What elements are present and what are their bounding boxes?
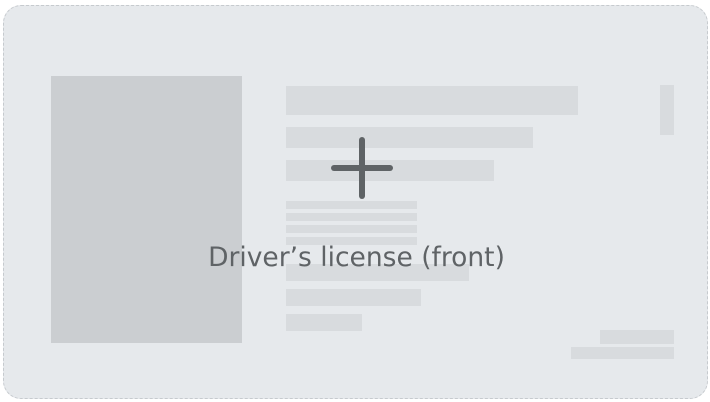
license-text-placeholder-line [286, 289, 421, 306]
upload-label: Driver’s license (front) [208, 242, 505, 273]
license-text-placeholder-line [286, 213, 417, 221]
drivers-license-front-upload[interactable]: Driver’s license (front) [3, 5, 708, 399]
license-signature-placeholder [600, 330, 674, 344]
license-text-placeholder-line [286, 86, 578, 115]
license-signature-placeholder [571, 347, 674, 359]
plus-icon[interactable] [330, 136, 394, 200]
license-text-placeholder-line [286, 314, 362, 331]
license-text-placeholder-line [286, 225, 417, 233]
license-photo-placeholder [51, 76, 242, 343]
license-text-placeholder-line [286, 201, 417, 209]
license-side-placeholder [660, 85, 674, 135]
license-text-placeholder-line [286, 127, 533, 148]
